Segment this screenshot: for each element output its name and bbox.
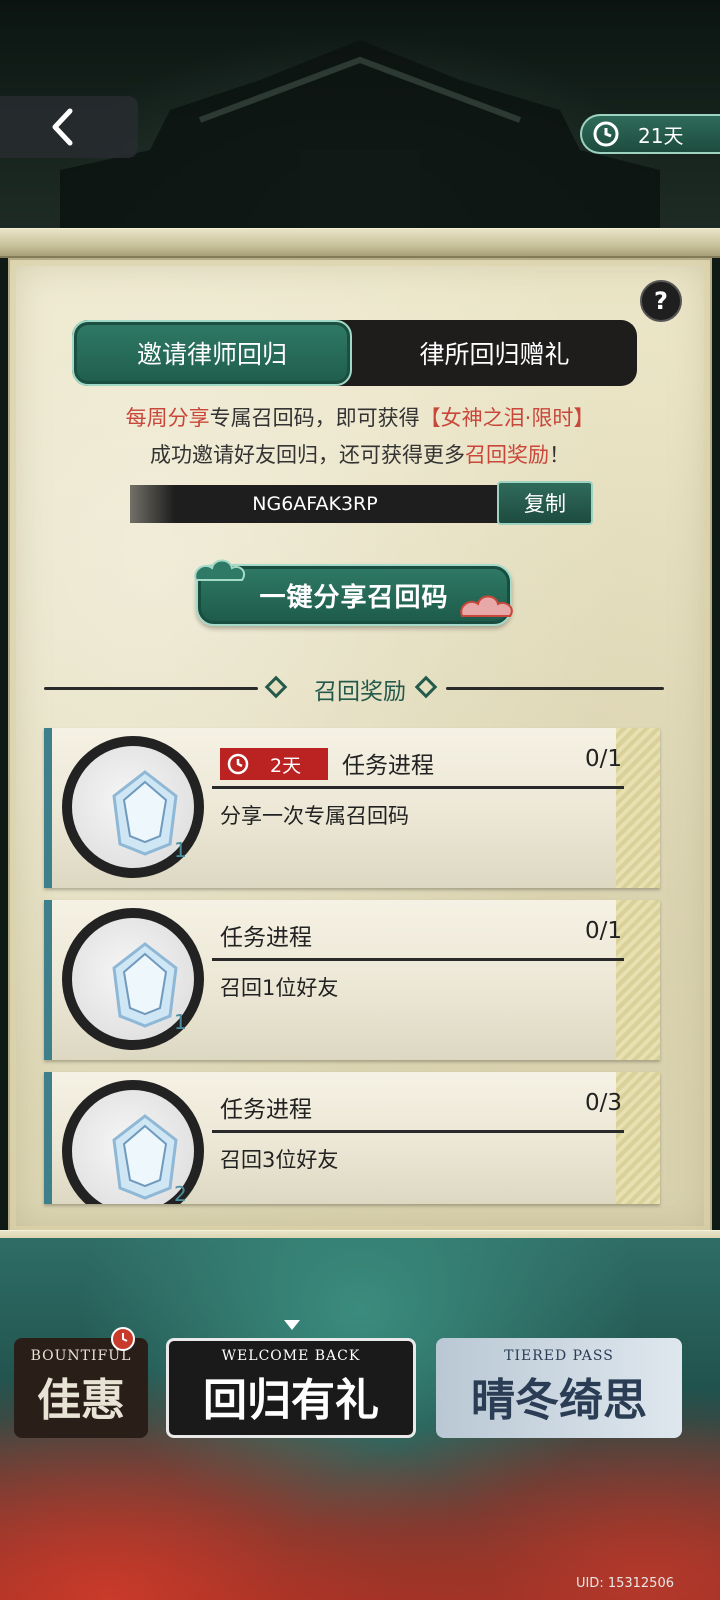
copy-button[interactable]: 复制 <box>497 481 593 525</box>
banner-tiered-pass[interactable]: TIERED PASS 晴冬绮思 <box>436 1338 682 1438</box>
banner-subtitle: WELCOME BACK <box>221 1348 361 1364</box>
task-description: 召回3位好友 <box>220 1148 339 1172</box>
task-title: 任务进程 <box>342 753 434 779</box>
task-card: 1 2天 任务进程 0/1 分享一次专属召回码 <box>44 728 660 888</box>
card-edge-decoration <box>616 1072 660 1204</box>
recall-code-field: NG6AFAK3RP <box>130 485 500 523</box>
card-edge-decoration <box>616 900 660 1060</box>
share-button-label: 一键分享召回码 <box>259 582 449 613</box>
clock-icon <box>593 121 619 147</box>
banner-subtitle: TIERED PASS <box>504 1348 614 1364</box>
text: ！ <box>549 443 570 467</box>
task-title: 任务进程 <box>220 925 312 951</box>
reward-count: 1 <box>174 1010 187 1034</box>
gem-icon <box>112 770 178 856</box>
banner-bountiful[interactable]: BOUNTIFUL 佳惠 <box>14 1338 148 1438</box>
task-divider <box>212 786 624 789</box>
card-edge-decoration <box>616 728 660 888</box>
help-button[interactable]: ? <box>640 280 682 322</box>
help-icon: ? <box>654 287 668 315</box>
task-divider <box>212 1130 624 1133</box>
description-line-1: 每周分享专属召回码，即可获得【女神之泪·限时】 <box>0 402 720 432</box>
banner-title: 回归有礼 <box>203 1375 379 1426</box>
task-progress: 0/1 <box>584 746 622 772</box>
reward-count: 2 <box>174 1182 187 1204</box>
task-description: 召回1位好友 <box>220 976 339 1000</box>
scroll-rod-top <box>0 228 720 258</box>
text: 专属召回码，即可获得 <box>209 406 420 430</box>
time-remaining-tag: 2天 <box>220 748 328 780</box>
tab-invite-lawyers[interactable]: 邀请律师回归 <box>72 320 352 386</box>
description-line-2: 成功邀请好友回归，还可获得更多召回奖励！ <box>0 439 720 469</box>
selected-indicator <box>284 1320 300 1330</box>
banner-welcome-back[interactable]: WELCOME BACK 回归有礼 <box>166 1338 416 1438</box>
gem-icon <box>112 942 178 1028</box>
clock-icon <box>227 753 249 775</box>
reward-count: 1 <box>174 838 187 862</box>
event-timer-badge: 21天 <box>580 114 720 154</box>
task-card: 2 任务进程 0/3 召回3位好友 <box>44 1072 660 1204</box>
task-progress: 0/1 <box>584 918 622 944</box>
section-divider-right <box>446 687 664 690</box>
timer-label: 21天 <box>638 123 684 148</box>
banner-title: 晴冬绮思 <box>471 1375 647 1426</box>
time-remaining-label: 2天 <box>270 754 302 777</box>
recall-code-value: NG6AFAK3RP <box>252 493 378 515</box>
highlight-text: 【女神之泪·限时】 <box>419 406 595 430</box>
task-divider <box>212 958 624 961</box>
copy-label: 复制 <box>524 492 566 516</box>
user-id: UID: 15312506 <box>575 1576 674 1591</box>
tab-label: 律所回归赠礼 <box>419 340 570 369</box>
task-progress: 0/3 <box>584 1090 622 1116</box>
tab-label: 邀请律师回归 <box>136 340 287 369</box>
cloud-ornament-icon <box>460 595 513 617</box>
clock-icon <box>111 1327 135 1351</box>
text: 成功邀请好友回归，还可获得更多 <box>150 443 465 467</box>
highlight-text: 召回奖励 <box>465 443 549 467</box>
tab-firm-gifts[interactable]: 律所回归赠礼 <box>352 320 637 386</box>
task-card: 1 任务进程 0/1 召回1位好友 <box>44 900 660 1060</box>
back-arrow-icon <box>52 108 73 146</box>
back-button[interactable] <box>0 96 138 158</box>
task-description: 分享一次专属召回码 <box>220 804 409 828</box>
banner-title: 佳惠 <box>37 1375 125 1426</box>
highlight-text: 每周分享 <box>125 406 210 430</box>
tab-bar: 邀请律师回归 律所回归赠礼 <box>72 320 637 386</box>
task-title: 任务进程 <box>220 1097 312 1123</box>
gem-icon <box>112 1114 178 1200</box>
cloud-ornament-icon <box>194 559 246 581</box>
